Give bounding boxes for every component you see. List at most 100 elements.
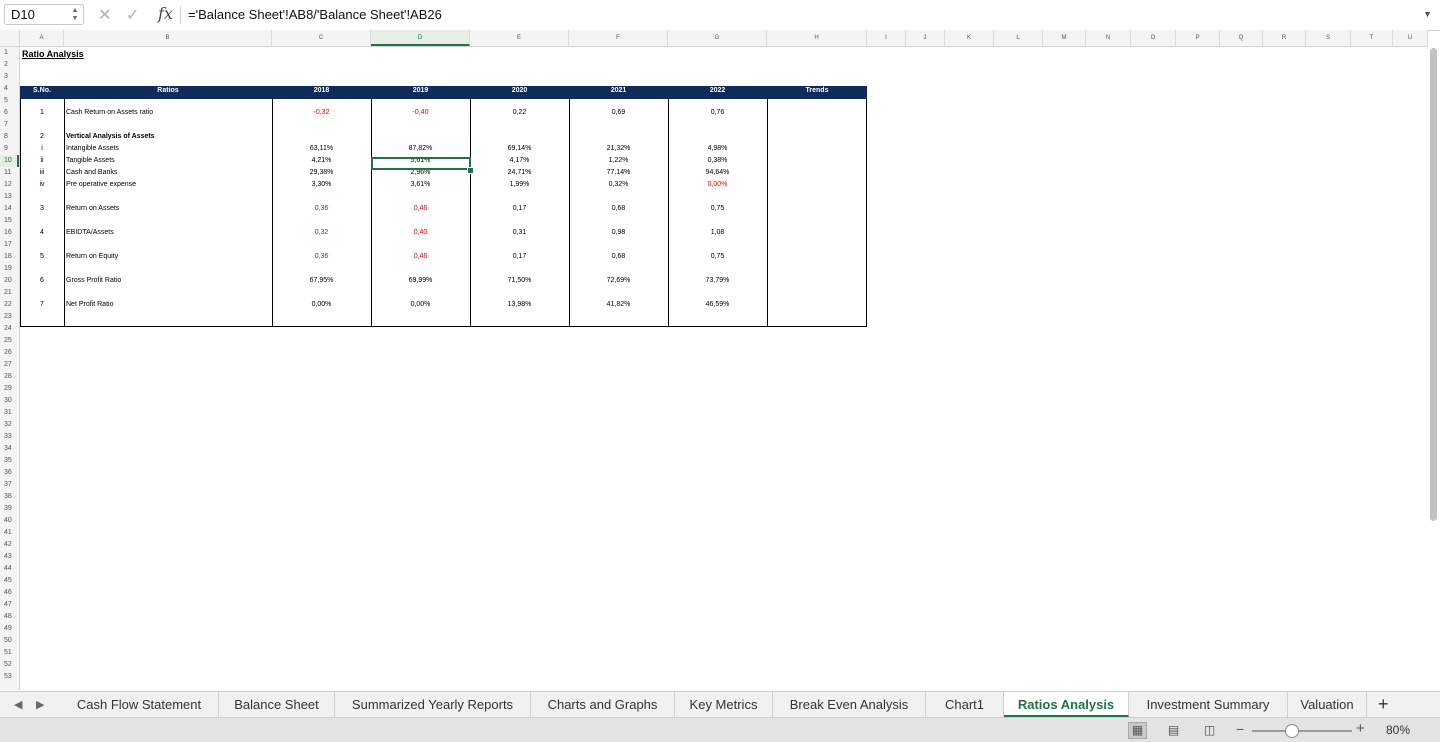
ratio-value-cell[interactable]: 13,98% bbox=[470, 300, 569, 309]
ratio-value-cell[interactable]: 0,00% bbox=[272, 300, 371, 309]
ratio-value-cell[interactable]: 41,82% bbox=[569, 300, 668, 309]
ratio-value-cell[interactable]: -0,32 bbox=[272, 108, 371, 117]
column-header[interactable]: A bbox=[20, 30, 64, 46]
row-header[interactable]: 44 bbox=[0, 563, 19, 575]
sheet-tab[interactable]: Balance Sheet bbox=[219, 692, 335, 717]
row-header[interactable]: 50 bbox=[0, 635, 19, 647]
row-header[interactable]: 47 bbox=[0, 599, 19, 611]
zoom-slider[interactable] bbox=[1252, 730, 1352, 732]
ratio-value-cell[interactable]: 4,98% bbox=[668, 144, 767, 153]
row-header[interactable]: 33 bbox=[0, 431, 19, 443]
ratio-label[interactable]: Cash and Banks bbox=[66, 168, 117, 177]
ratio-value-cell[interactable]: 46,59% bbox=[668, 300, 767, 309]
sheet-tab[interactable]: Chart1 bbox=[926, 692, 1004, 717]
row-header[interactable]: 52 bbox=[0, 659, 19, 671]
vertical-scrollbar[interactable] bbox=[1430, 48, 1437, 521]
sheet-tab[interactable]: Charts and Graphs bbox=[531, 692, 675, 717]
name-box-stepper-icon[interactable]: ▲ ▼ bbox=[71, 7, 79, 23]
sheet-tab[interactable]: Key Metrics bbox=[675, 692, 773, 717]
sheet-tab[interactable]: Investment Summary bbox=[1129, 692, 1288, 717]
row-header[interactable]: 39 bbox=[0, 503, 19, 515]
row-header[interactable]: 19 bbox=[0, 263, 19, 275]
ratio-value-cell[interactable]: 0,69 bbox=[569, 108, 668, 117]
ratio-value-cell[interactable]: 0,98 bbox=[569, 228, 668, 237]
row-header[interactable]: 22 bbox=[0, 299, 19, 311]
ratio-label[interactable]: Return on Equity bbox=[66, 252, 118, 261]
ratio-value-cell[interactable]: 0,00% bbox=[668, 180, 767, 189]
row-header[interactable]: 13 bbox=[0, 191, 19, 203]
check-icon[interactable]: ✓ bbox=[126, 5, 139, 25]
ratio-label[interactable]: Tangible Assets bbox=[66, 156, 115, 165]
zoom-slider-handle[interactable] bbox=[1285, 724, 1299, 738]
row-header[interactable]: 51 bbox=[0, 647, 19, 659]
sheet-tab[interactable]: Summarized Yearly Reports bbox=[335, 692, 531, 717]
ratio-value-cell[interactable]: 0,36 bbox=[272, 252, 371, 261]
row-header[interactable]: 8 bbox=[0, 131, 19, 143]
next-sheet-icon[interactable]: ▶ bbox=[36, 698, 44, 711]
ratio-label[interactable]: Net Profit Ratio bbox=[66, 300, 113, 309]
row-header[interactable]: 6 bbox=[0, 107, 19, 119]
row-header[interactable]: 45 bbox=[0, 575, 19, 587]
ratio-number[interactable]: 5 bbox=[20, 252, 64, 261]
row-header[interactable]: 15 bbox=[0, 215, 19, 227]
ratio-value-cell[interactable]: 0,46 bbox=[371, 204, 470, 213]
row-header[interactable]: 16 bbox=[0, 227, 19, 239]
ratio-value-cell[interactable]: 1,08 bbox=[668, 228, 767, 237]
zoom-in-button[interactable]: + bbox=[1356, 720, 1365, 737]
ratio-value-cell[interactable]: 0,22 bbox=[470, 108, 569, 117]
ratio-value-cell[interactable]: 4,17% bbox=[470, 156, 569, 165]
row-header[interactable]: 49 bbox=[0, 623, 19, 635]
ratio-value-cell[interactable]: 87,82% bbox=[371, 144, 470, 153]
row-header[interactable]: 14 bbox=[0, 203, 19, 215]
row-header[interactable]: 24 bbox=[0, 323, 19, 335]
ratio-value-cell[interactable]: 1,99% bbox=[470, 180, 569, 189]
close-icon[interactable]: ✕ bbox=[98, 5, 111, 25]
page-layout-icon[interactable]: ▤ bbox=[1164, 722, 1183, 739]
column-header[interactable]: B bbox=[64, 30, 272, 46]
ratio-value-cell[interactable]: 0,40 bbox=[371, 228, 470, 237]
ratio-number[interactable]: ii bbox=[20, 156, 64, 165]
ratio-value-cell[interactable]: 0,17 bbox=[470, 252, 569, 261]
row-header[interactable]: 43 bbox=[0, 551, 19, 563]
ratio-value-cell[interactable]: 3,61% bbox=[371, 180, 470, 189]
row-header[interactable]: 46 bbox=[0, 587, 19, 599]
ratio-value-cell[interactable]: 0,68 bbox=[569, 204, 668, 213]
column-header[interactable]: D bbox=[371, 30, 470, 46]
column-header[interactable]: Q bbox=[1220, 30, 1263, 46]
ratio-number[interactable]: iv bbox=[20, 180, 64, 189]
column-header[interactable]: J bbox=[906, 30, 945, 46]
ratio-value-cell[interactable]: 77,14% bbox=[569, 168, 668, 177]
ratio-value-cell[interactable]: 67,95% bbox=[272, 276, 371, 285]
row-header[interactable]: 9 bbox=[0, 143, 19, 155]
ratio-value-cell[interactable]: 0,46 bbox=[371, 252, 470, 261]
prev-sheet-icon[interactable]: ◀ bbox=[14, 698, 22, 711]
column-header[interactable]: G bbox=[668, 30, 767, 46]
row-header[interactable]: 30 bbox=[0, 395, 19, 407]
row-header[interactable]: 5 bbox=[0, 95, 19, 107]
ratio-number[interactable]: iii bbox=[20, 168, 64, 177]
ratio-value-cell[interactable]: 0,36 bbox=[272, 204, 371, 213]
ratio-label[interactable]: Gross Profit Ratio bbox=[66, 276, 121, 285]
ratio-value-cell[interactable]: 0,38% bbox=[668, 156, 767, 165]
column-header[interactable]: R bbox=[1263, 30, 1306, 46]
ratio-label[interactable]: Pre operative expense bbox=[66, 180, 136, 189]
row-header[interactable]: 4 bbox=[0, 83, 19, 95]
column-header[interactable]: H bbox=[767, 30, 867, 46]
ratio-value-cell[interactable]: 0,31 bbox=[470, 228, 569, 237]
column-header[interactable]: O bbox=[1131, 30, 1176, 46]
ratio-value-cell[interactable]: 0,32 bbox=[272, 228, 371, 237]
row-header[interactable]: 10 bbox=[0, 155, 19, 167]
ratio-number[interactable]: 6 bbox=[20, 276, 64, 285]
ratio-value-cell[interactable]: 24,71% bbox=[470, 168, 569, 177]
row-header[interactable]: 21 bbox=[0, 287, 19, 299]
row-header[interactable]: 17 bbox=[0, 239, 19, 251]
ratio-value-cell[interactable]: 21,32% bbox=[569, 144, 668, 153]
row-header[interactable]: 7 bbox=[0, 119, 19, 131]
zoom-level[interactable]: 80% bbox=[1386, 723, 1410, 737]
column-header[interactable]: I bbox=[867, 30, 906, 46]
ratio-value-cell[interactable]: 94,64% bbox=[668, 168, 767, 177]
ratio-number[interactable]: 3 bbox=[20, 204, 64, 213]
sheet-tab[interactable]: Ratios Analysis bbox=[1004, 692, 1129, 717]
ratio-number[interactable]: 1 bbox=[20, 108, 64, 117]
column-header[interactable]: F bbox=[569, 30, 668, 46]
